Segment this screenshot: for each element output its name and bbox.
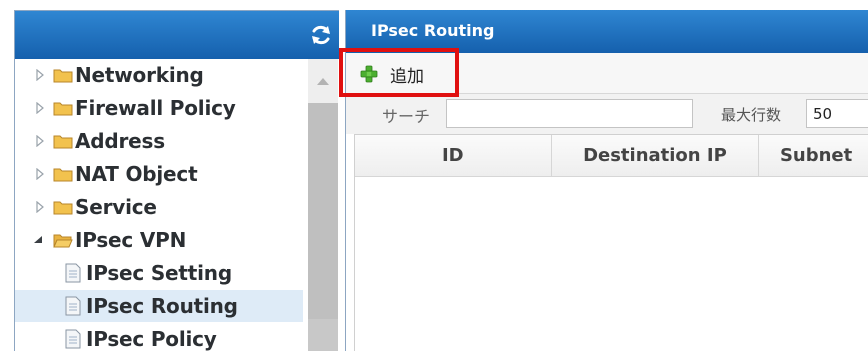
search-label: サーチ — [382, 107, 431, 126]
table-body — [355, 177, 868, 351]
folder-icon — [53, 135, 73, 149]
tree-item-ipsec-routing[interactable]: IPsec Routing — [15, 290, 303, 322]
column-header-id[interactable]: ID — [355, 135, 552, 177]
expand-arrow-icon[interactable] — [35, 69, 45, 81]
folder-icon — [53, 69, 73, 83]
column-header-destination-ip[interactable]: Destination IP — [551, 135, 760, 177]
page-title: IPsec Routing — [371, 21, 495, 40]
tree-item-nat-object[interactable]: NAT Object — [15, 158, 303, 190]
navigation-panel: Networking Firewall Policy Address NAT O… — [14, 10, 339, 351]
tree-item-ipsec-policy[interactable]: IPsec Policy — [15, 323, 303, 351]
arrow-up-icon — [317, 78, 329, 85]
column-header-subnet[interactable]: Subnet — [759, 135, 868, 177]
tree-item-firewall-policy[interactable]: Firewall Policy — [15, 92, 303, 124]
expand-arrow-icon[interactable] — [35, 135, 45, 147]
folder-icon — [53, 102, 73, 116]
toolbar: 追加 — [346, 53, 868, 94]
tree-item-label: IPsec Routing — [86, 294, 238, 318]
tree-item-label: IPsec VPN — [75, 228, 187, 252]
open-folder-icon — [53, 234, 73, 248]
scroll-thumb[interactable] — [308, 319, 338, 351]
expand-arrow-icon[interactable] — [35, 201, 45, 213]
table-header: ID Destination IP Subnet — [355, 135, 868, 177]
folder-icon — [53, 201, 73, 215]
tree-item-label: Firewall Policy — [75, 96, 236, 120]
main-header: IPsec Routing — [346, 10, 868, 53]
search-input[interactable] — [446, 99, 693, 128]
tree-item-label: Service — [75, 195, 157, 219]
navigation-tree: Networking Firewall Policy Address NAT O… — [15, 59, 303, 351]
page-icon — [65, 296, 81, 316]
routing-table: ID Destination IP Subnet — [354, 134, 868, 351]
tree-item-label: NAT Object — [75, 162, 198, 186]
tree-item-address[interactable]: Address — [15, 125, 303, 157]
add-button-label: 追加 — [390, 66, 424, 87]
page-icon — [65, 263, 81, 283]
tree-item-label: Address — [75, 129, 165, 153]
navigation-scrollbar[interactable] — [308, 59, 338, 351]
main-panel: IPsec Routing 追加 サーチ 最大行数 ID Destination… — [345, 10, 868, 351]
max-rows-input[interactable] — [806, 99, 868, 128]
page-icon — [65, 329, 81, 349]
expand-arrow-icon[interactable] — [35, 168, 45, 180]
tree-item-ipsec-setting[interactable]: IPsec Setting — [15, 257, 303, 289]
plus-icon — [360, 65, 378, 83]
tree-item-networking[interactable]: Networking — [15, 59, 303, 91]
folder-icon — [53, 168, 73, 182]
navigation-header — [15, 11, 339, 59]
refresh-icon[interactable] — [309, 23, 333, 47]
tree-item-ipsec-vpn[interactable]: IPsec VPN — [15, 224, 303, 256]
tree-item-label: IPsec Setting — [86, 261, 232, 285]
scroll-up-button[interactable] — [308, 59, 338, 103]
tree-item-label: IPsec Policy — [86, 327, 217, 351]
expand-arrow-icon[interactable] — [35, 102, 45, 114]
search-row: サーチ 最大行数 — [346, 94, 868, 134]
max-rows-label: 最大行数 — [721, 106, 782, 124]
add-button[interactable]: 追加 — [360, 61, 430, 87]
tree-item-service[interactable]: Service — [15, 191, 303, 223]
tree-item-label: Networking — [75, 63, 204, 87]
collapse-arrow-icon[interactable] — [33, 234, 43, 246]
